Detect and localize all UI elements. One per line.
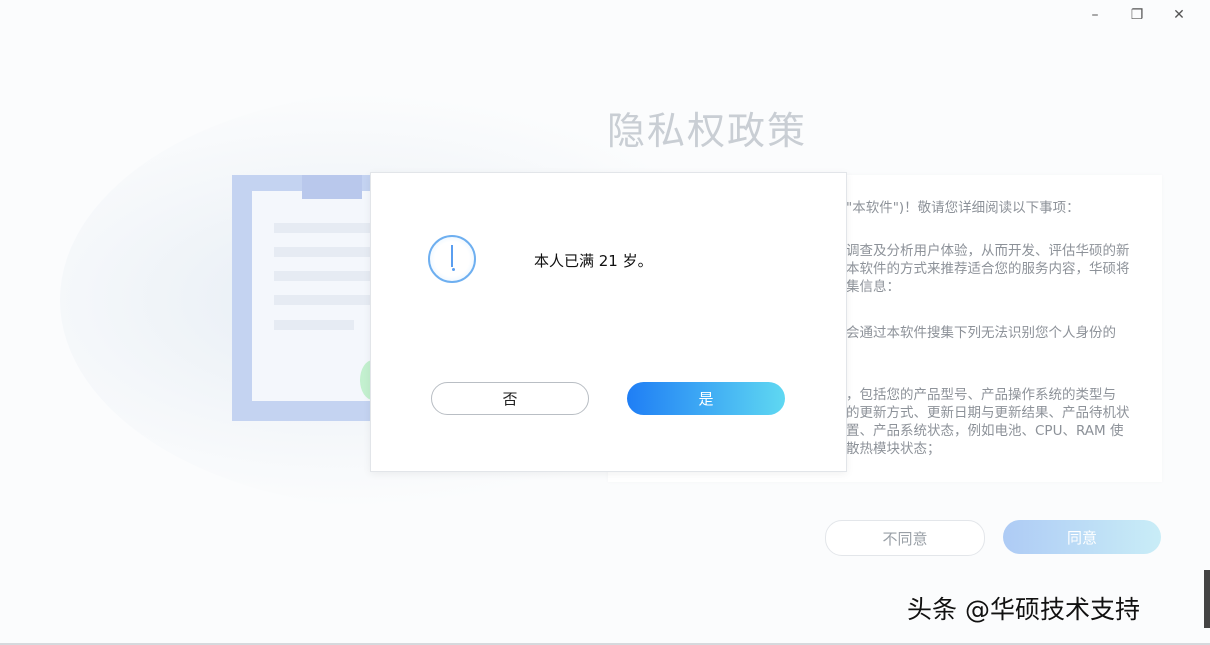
policy-paragraph: 调查及分析用户体验，从而开发、评估华硕的新 本软件的方式来推荐适合您的服务内容，… [846, 243, 1130, 295]
disagree-button[interactable]: 不同意 [825, 520, 985, 556]
no-button[interactable]: 否 [431, 382, 589, 415]
watermark: 头条 @华硕技术支持 [907, 595, 1140, 624]
document-line [274, 247, 374, 257]
dialog-message: 本人已满 21 岁。 [534, 252, 653, 270]
minimize-icon[interactable]: – [1074, 4, 1116, 26]
document-line [274, 271, 374, 281]
policy-paragraph: "本软件")！敬请您详细阅读以下事项： [846, 200, 1080, 216]
age-confirm-dialog: 本人已满 21 岁。 否 是 [370, 172, 847, 472]
document-line [274, 295, 374, 305]
document-line [274, 320, 354, 330]
close-icon[interactable]: ✕ [1158, 4, 1200, 26]
page-title: 隐私权政策 [607, 109, 808, 153]
policy-paragraph: ，包括您的产品型号、产品操作系统的类型与 的更新方式、更新日期与更新结果、产品待… [846, 387, 1130, 457]
document-clip [302, 175, 362, 199]
policy-paragraph: 会通过本软件搜集下列无法识别您个人身份的 [846, 325, 1116, 341]
info-exclamation-icon [428, 235, 476, 283]
yes-button[interactable]: 是 [627, 382, 785, 415]
edge-strip [1204, 570, 1210, 628]
document-line [274, 223, 374, 233]
restore-icon[interactable]: ❐ [1116, 4, 1158, 26]
agree-button[interactable]: 同意 [1003, 520, 1161, 554]
window-controls: – ❐ ✕ [1074, 4, 1200, 26]
